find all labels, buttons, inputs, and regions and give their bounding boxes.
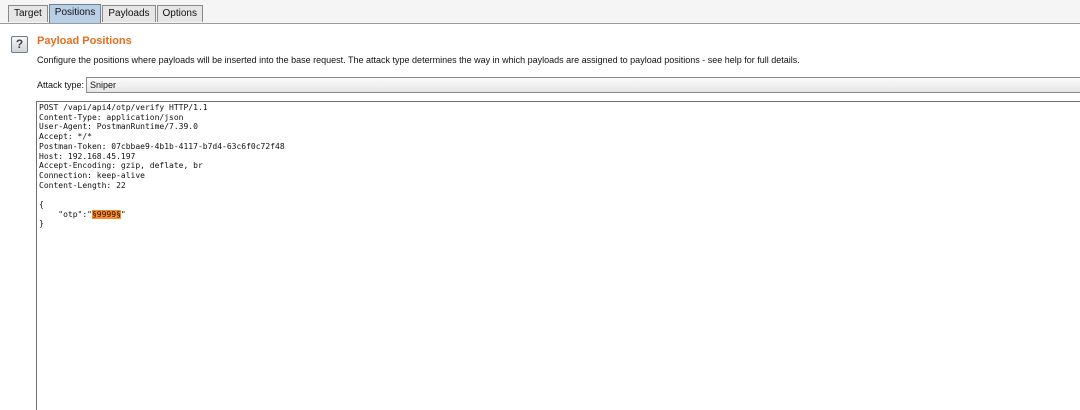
question-mark-icon[interactable]: ? <box>11 36 28 53</box>
section-title: Payload Positions <box>37 35 132 47</box>
attack-type-select[interactable]: Sniper <box>86 77 1080 93</box>
section-description: Configure the positions where payloads w… <box>37 55 800 65</box>
tab-target[interactable]: Target <box>8 5 48 22</box>
payload-position-marker[interactable]: §9999§ <box>91 209 121 219</box>
payload-positions-panel: ? Payload Positions Configure the positi… <box>0 24 1080 410</box>
burp-intruder-window: Target Positions Payloads Options ? Payl… <box>0 0 1080 410</box>
request-editor-container[interactable]: POST /vapi/api4/otp/verify HTTP/1.1 Cont… <box>36 101 1080 410</box>
intruder-tab-bar: Target Positions Payloads Options <box>0 0 1080 24</box>
tab-payloads[interactable]: Payloads <box>102 5 156 22</box>
tab-list: Target Positions Payloads Options <box>8 4 204 24</box>
tab-options[interactable]: Options <box>156 5 203 22</box>
request-editor[interactable]: POST /vapi/api4/otp/verify HTTP/1.1 Cont… <box>37 102 1080 410</box>
tab-positions[interactable]: Positions <box>48 4 102 23</box>
request-text-before-payload: POST /vapi/api4/otp/verify HTTP/1.1 Cont… <box>39 103 285 219</box>
attack-type-label: Attack type: <box>37 80 85 90</box>
attack-type-value: Sniper <box>90 80 117 90</box>
